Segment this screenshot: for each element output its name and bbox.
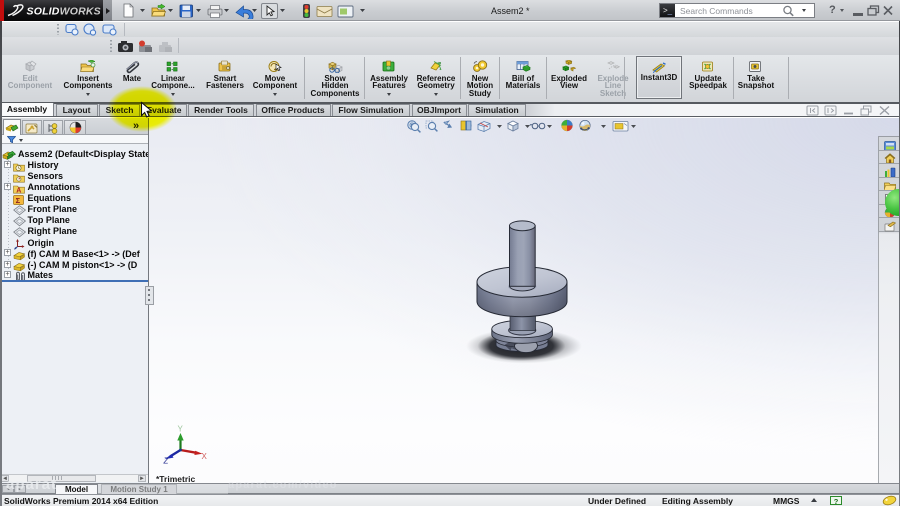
svg-text:X: X [202,452,208,461]
svg-text:SOLIDWORKS: SOLIDWORKS [27,6,101,18]
svg-text:Y: Y [178,425,184,434]
